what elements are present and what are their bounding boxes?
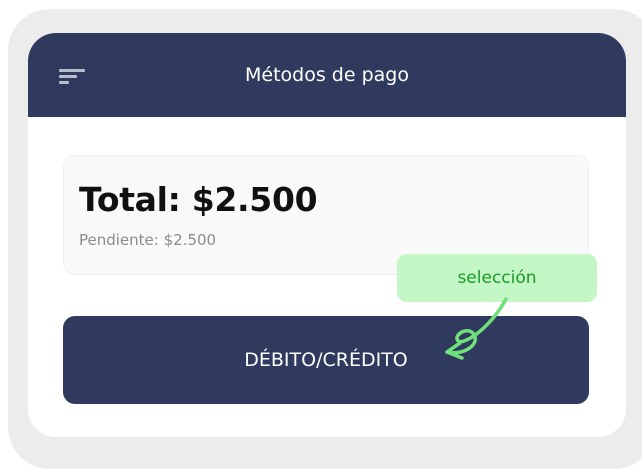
curly-arrow-icon	[445, 297, 508, 360]
app-screen: Métodos de pago Total: $2.500 Pendiente:…	[28, 33, 626, 437]
menu-icon[interactable]	[59, 69, 87, 87]
app-header: Métodos de pago	[28, 33, 626, 117]
page-title: Métodos de pago	[245, 64, 409, 86]
selection-annotation: selección	[397, 254, 597, 302]
pending-amount: Pendiente: $2.500	[79, 231, 217, 249]
total-amount: Total: $2.500	[79, 180, 318, 219]
